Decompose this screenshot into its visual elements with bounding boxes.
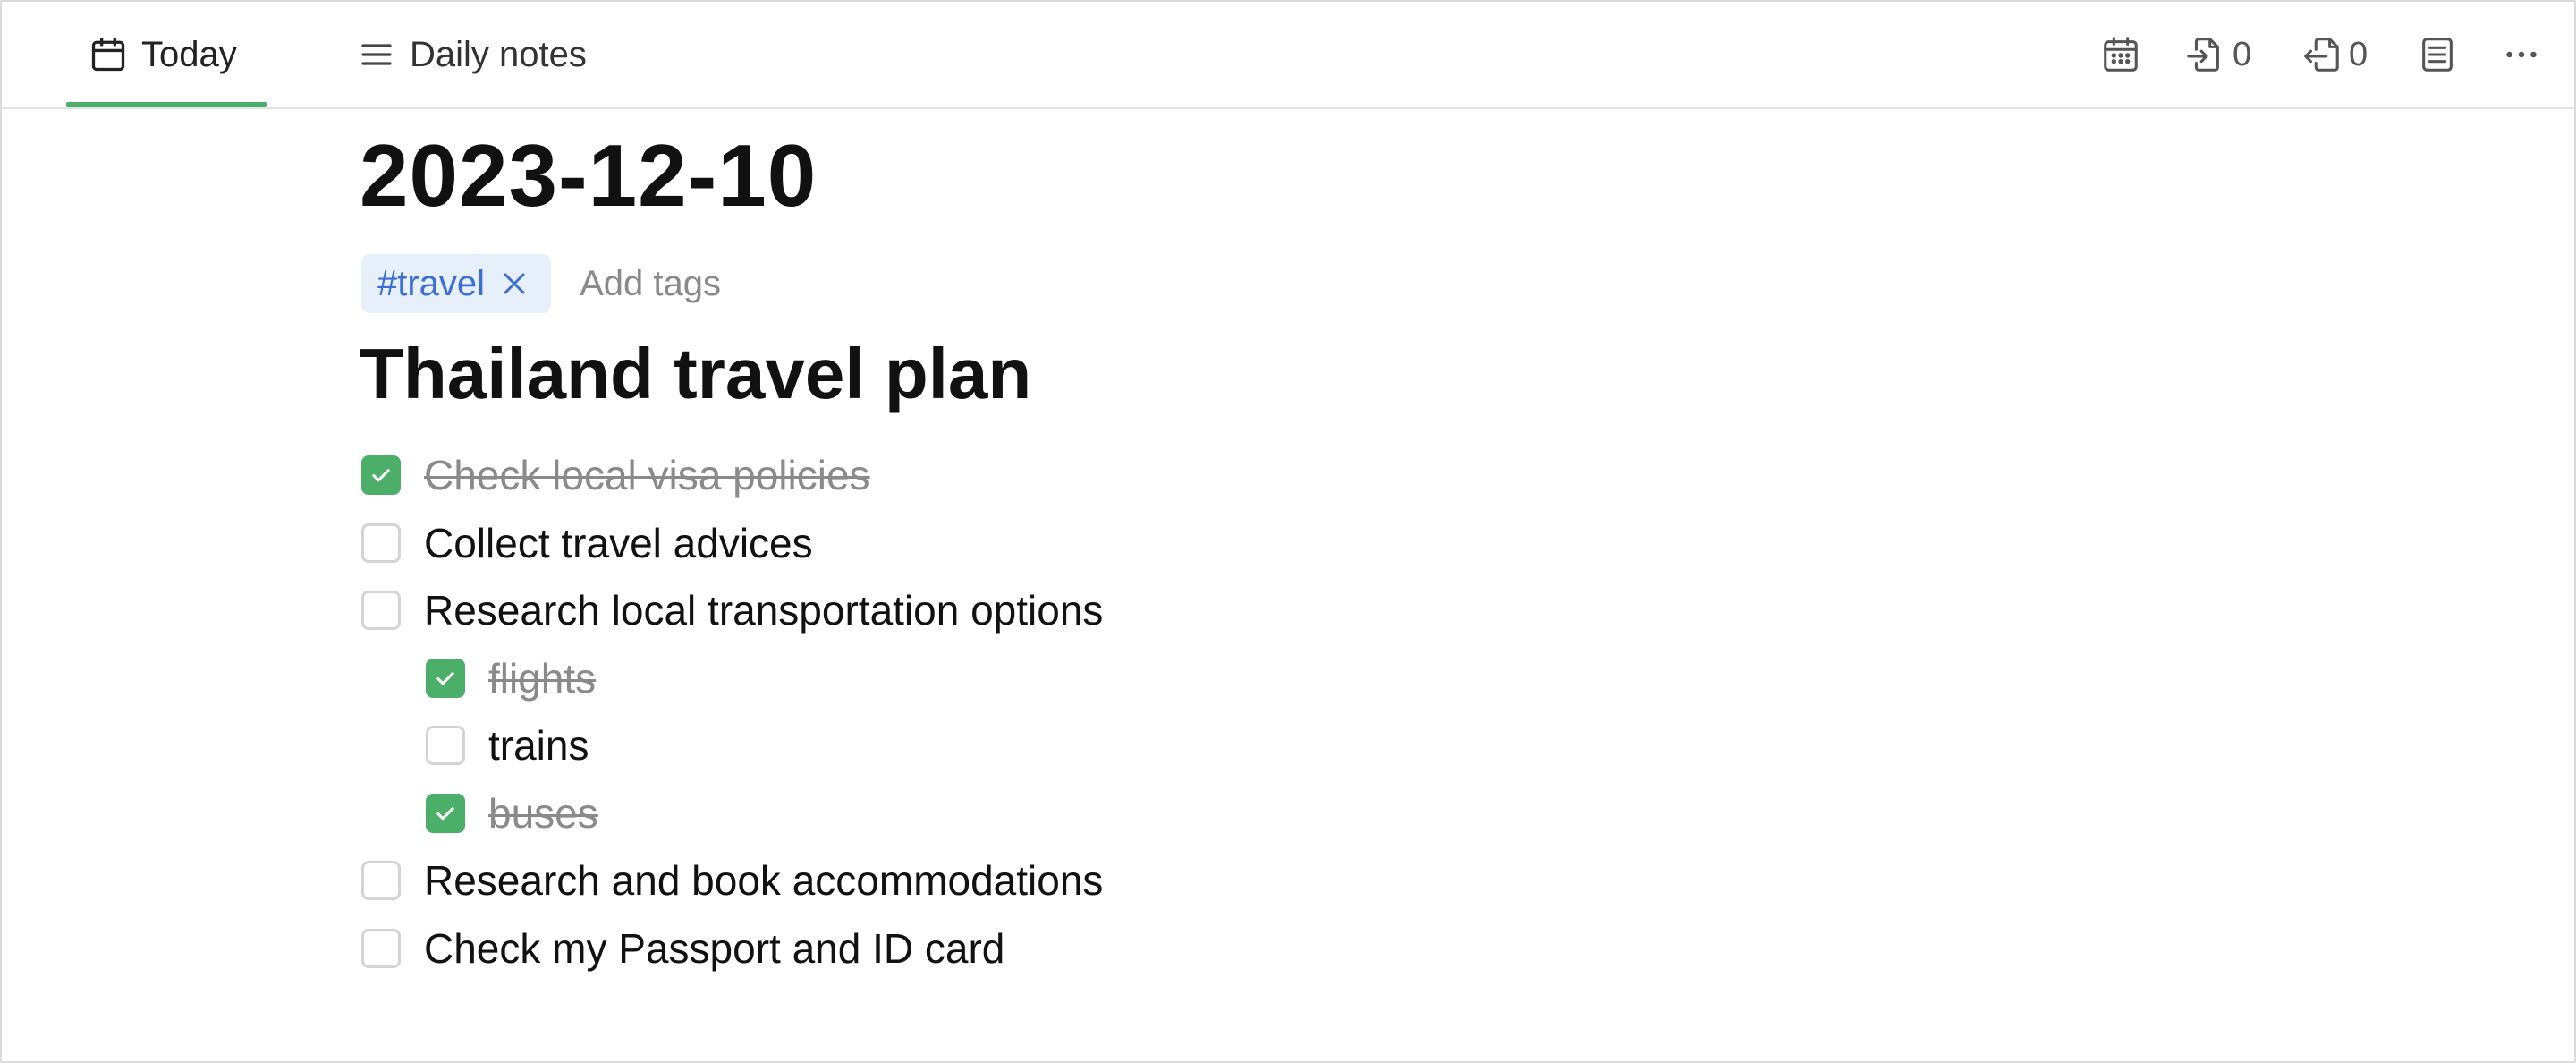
app-window: Today Daily notes 0 0 2023-12-10 #travel…	[0, 0, 2576, 1063]
checkmark-icon	[433, 666, 458, 691]
outline-icon	[2417, 34, 2458, 75]
todo-item: trains	[426, 714, 589, 777]
list-icon	[356, 34, 397, 75]
active-tab-indicator	[66, 102, 267, 107]
todo-text[interactable]: Research and book accommodations	[424, 856, 1103, 905]
todo-checkbox[interactable]	[426, 726, 465, 765]
todo-item: Check my Passport and ID card	[361, 917, 1004, 980]
checkmark-icon	[369, 463, 394, 488]
todo-text[interactable]: trains	[488, 721, 589, 770]
todo-checkbox[interactable]	[426, 658, 465, 698]
add-tags-input[interactable]: Add tags	[580, 264, 721, 304]
calendar-grid-icon	[2100, 34, 2141, 75]
todo-item: Research local transportation options	[361, 579, 1103, 642]
todo-checkbox[interactable]	[361, 861, 401, 900]
incoming-link-icon	[2184, 34, 2225, 75]
tag-label: #travel	[377, 263, 486, 303]
todo-item: Check local visa policies	[361, 444, 870, 506]
todo-item: Collect travel advices	[361, 512, 813, 574]
more-button[interactable]	[2501, 2, 2542, 107]
todo-checkbox[interactable]	[361, 523, 401, 563]
top-bar: Today Daily notes 0 0	[2, 2, 2574, 109]
outline-button[interactable]	[2417, 2, 2458, 107]
incoming-links-button[interactable]: 0	[2184, 2, 2251, 107]
page-title[interactable]: 2023-12-10	[360, 125, 817, 225]
outgoing-links-button[interactable]: 0	[2301, 2, 2368, 107]
section-heading[interactable]: Thailand travel plan	[360, 329, 1031, 419]
tab-daily-notes-label: Daily notes	[410, 34, 587, 74]
more-icon	[2501, 34, 2542, 75]
todo-item: flights	[426, 647, 596, 710]
todo-text[interactable]: buses	[488, 789, 598, 838]
close-icon[interactable]	[501, 270, 528, 297]
todo-item: Research and book accommodations	[361, 849, 1103, 912]
tab-today-label: Today	[141, 34, 237, 74]
todo-text[interactable]: flights	[488, 654, 596, 702]
todo-item: buses	[426, 782, 598, 845]
tag-row: #travel Add tags	[361, 254, 721, 313]
todo-text[interactable]: Collect travel advices	[424, 519, 813, 567]
todo-checkbox[interactable]	[426, 793, 465, 833]
todo-checkbox[interactable]	[361, 455, 401, 495]
todo-checkbox[interactable]	[361, 591, 401, 630]
todo-text[interactable]: Research local transportation options	[424, 586, 1103, 634]
calendar-button[interactable]	[2100, 2, 2141, 107]
todo-text[interactable]: Check local visa policies	[424, 451, 870, 499]
incoming-links-count: 0	[2233, 35, 2252, 73]
tag-chip[interactable]: #travel	[361, 254, 552, 313]
tab-daily-notes[interactable]: Daily notes	[356, 2, 587, 107]
tab-today[interactable]: Today	[88, 2, 237, 107]
todo-text[interactable]: Check my Passport and ID card	[424, 924, 1004, 973]
todo-checkbox[interactable]	[361, 928, 401, 968]
checkmark-icon	[433, 801, 458, 826]
calendar-icon	[88, 34, 129, 75]
outgoing-links-count: 0	[2349, 35, 2368, 73]
outgoing-link-icon	[2301, 34, 2342, 75]
